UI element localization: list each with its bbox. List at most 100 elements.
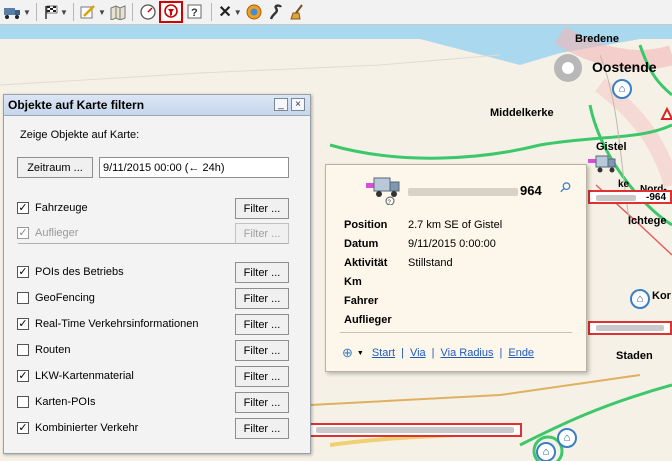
filter-button-geofencing[interactable]: Filter ... xyxy=(235,288,289,309)
checkbox-auflieger: ✓ xyxy=(17,226,29,239)
popup-divider xyxy=(340,332,572,333)
end-link[interactable]: Ende xyxy=(508,347,534,359)
start-link[interactable]: Start xyxy=(372,347,395,359)
filter-button-kombinierter-verkehr[interactable]: Filter ... xyxy=(235,418,289,439)
vehicle-header: ? 964 xyxy=(366,175,566,205)
filter-button-karten-pois[interactable]: Filter ... xyxy=(235,392,289,413)
filter-row-karten-pois: Karten-POIs xyxy=(17,396,96,408)
place-label-ichtegem: Ichtege xyxy=(628,215,667,227)
zoom-icon[interactable]: ⊕ xyxy=(342,345,353,361)
map-book-button[interactable] xyxy=(108,1,128,23)
info-row: Auflieger xyxy=(344,314,408,326)
help-button[interactable]: ? xyxy=(185,1,207,23)
checkbox-label: Fahrzeuge xyxy=(35,202,88,214)
edit-icon xyxy=(80,5,95,19)
help-icon: ? xyxy=(187,4,202,19)
info-row: Datum 9/11/2015 0:00:00 xyxy=(344,238,496,250)
toolbar-separator xyxy=(73,3,74,21)
place-label-koekelare: Kor xyxy=(652,290,671,302)
checkbox-geofencing[interactable] xyxy=(17,292,29,304)
info-key: Km xyxy=(344,276,362,288)
filter-button-pois-des-betriebs[interactable]: Filter ... xyxy=(235,262,289,283)
place-label-oostende: Oostende xyxy=(592,59,657,75)
popup-actions: ⊕ ▼ Start | Via | Via Radius | Ende xyxy=(342,345,534,361)
checkbox-lkw-kartenmaterial[interactable]: ✓ xyxy=(17,370,29,382)
destination-dropdown-button[interactable]: ▼ xyxy=(43,1,69,23)
filter-row-lkw-kartenmaterial: ✓ LKW-Kartenmaterial xyxy=(17,370,134,382)
poi-marker-home[interactable]: ⌂ xyxy=(630,289,650,309)
globe-icon xyxy=(246,4,262,20)
map-book-icon xyxy=(110,4,126,20)
place-label-bredene: Bredene xyxy=(575,33,620,45)
edit-dropdown-button[interactable]: ▼ xyxy=(80,1,106,23)
map-filter-button[interactable] xyxy=(159,1,183,23)
filter-row-kombinierter-verkehr: ✓ Kombinierter Verkehr xyxy=(17,422,138,434)
globe-button[interactable] xyxy=(244,1,264,23)
place-label-ke: ke xyxy=(618,179,630,190)
checkbox-real-time-verkehrsinformationen[interactable]: ✓ xyxy=(17,318,29,330)
show-objects-label: Zeige Objekte auf Karte: xyxy=(20,129,140,141)
filter-button-real-time-verkehrsinformationen[interactable]: Filter ... xyxy=(235,314,289,335)
clear-map-button[interactable] xyxy=(288,1,308,23)
vehicle-info-popup: ? 964 ⚲ Position 2.7 km SE of Gistel Datum… xyxy=(325,164,587,372)
route-button[interactable] xyxy=(266,1,286,23)
checkbox-routen[interactable] xyxy=(17,344,29,356)
filter-button-fahrzeuge[interactable]: Filter ... xyxy=(235,198,289,219)
truck-dropdown-button[interactable]: ▼ xyxy=(2,1,32,23)
link-separator: | xyxy=(499,347,503,359)
poi-marker-home[interactable]: ⌂ xyxy=(557,428,577,448)
toolbar-separator xyxy=(36,3,37,21)
vehicle-number: 964 xyxy=(520,183,542,198)
poi-marker-home[interactable]: ⌂ xyxy=(612,79,632,99)
checkbox-fahrzeuge[interactable]: ✓ xyxy=(17,202,29,214)
info-row: Aktivität Stillstand xyxy=(344,257,453,269)
filter-panel: Objekte auf Karte filtern _ × Zeige Obje… xyxy=(3,94,311,454)
checkbox-label: LKW-Kartenmaterial xyxy=(35,370,134,382)
checkbox-kombinierter-verkehr[interactable]: ✓ xyxy=(17,422,29,434)
checkbox-label: Real-Time Verkehrsinformationen xyxy=(35,318,199,330)
vehicle-name-redacted xyxy=(408,188,518,196)
filter-row-auflieger: ✓ Auflieger xyxy=(17,227,78,239)
via-link[interactable]: Via xyxy=(410,347,426,359)
info-key: Datum xyxy=(344,238,379,250)
checkbox-label: Kombinierter Verkehr xyxy=(35,422,139,434)
info-value: 9/11/2015 0:00:00 xyxy=(408,238,496,250)
vehicle-label[interactable]: -964 xyxy=(588,190,672,204)
truck-icon xyxy=(4,8,21,19)
vehicle-marker[interactable] xyxy=(588,155,618,173)
filter-button-lkw-kartenmaterial[interactable]: Filter ... xyxy=(235,366,289,387)
info-value: 2.7 km SE of Gistel xyxy=(408,219,503,231)
checkbox-label: Karten-POIs xyxy=(35,396,96,408)
info-key: Position xyxy=(344,219,388,231)
period-button[interactable]: Zeitraum ... xyxy=(17,157,93,178)
info-row: Km xyxy=(344,276,408,288)
speedometer-icon xyxy=(140,4,156,20)
chevron-down-icon[interactable]: ▼ xyxy=(357,350,364,357)
checkbox-karten-pois[interactable] xyxy=(17,396,29,408)
toolbar-separator xyxy=(132,3,133,21)
filter-row-real-time-verkehrsinformationen: ✓ Real-Time Verkehrsinformationen xyxy=(17,318,198,330)
checkered-flag-icon xyxy=(45,5,58,19)
broom-icon xyxy=(290,4,303,20)
delete-dropdown-button[interactable]: ✕ ▼ xyxy=(218,1,242,23)
filter-button-auflieger: Filter ... xyxy=(235,223,289,244)
place-label-middelkerke: Middelkerke xyxy=(490,107,554,119)
panel-divider xyxy=(18,243,288,244)
speedometer-button[interactable] xyxy=(139,1,157,23)
poi-marker-terminal[interactable]: ⌂ xyxy=(536,442,556,461)
info-row: Fahrer xyxy=(344,295,408,307)
close-button[interactable]: × xyxy=(291,98,305,111)
info-key: Fahrer xyxy=(344,295,379,307)
info-row: Position 2.7 km SE of Gistel xyxy=(344,219,502,231)
period-input[interactable] xyxy=(99,157,289,178)
place-label-gistel: Gistel xyxy=(596,141,627,153)
checkbox-pois-des-betriebs[interactable]: ✓ xyxy=(17,266,29,278)
truck-icon xyxy=(588,155,616,173)
filter-row-routen: Routen xyxy=(17,344,70,356)
minimize-button[interactable]: _ xyxy=(274,98,288,111)
panel-title-bar: Objekte auf Karte filtern xyxy=(4,95,310,116)
link-separator: | xyxy=(401,347,404,359)
via-radius-link[interactable]: Via Radius xyxy=(441,347,494,359)
info-value: Stillstand xyxy=(408,257,453,269)
filter-button-routen[interactable]: Filter ... xyxy=(235,340,289,361)
